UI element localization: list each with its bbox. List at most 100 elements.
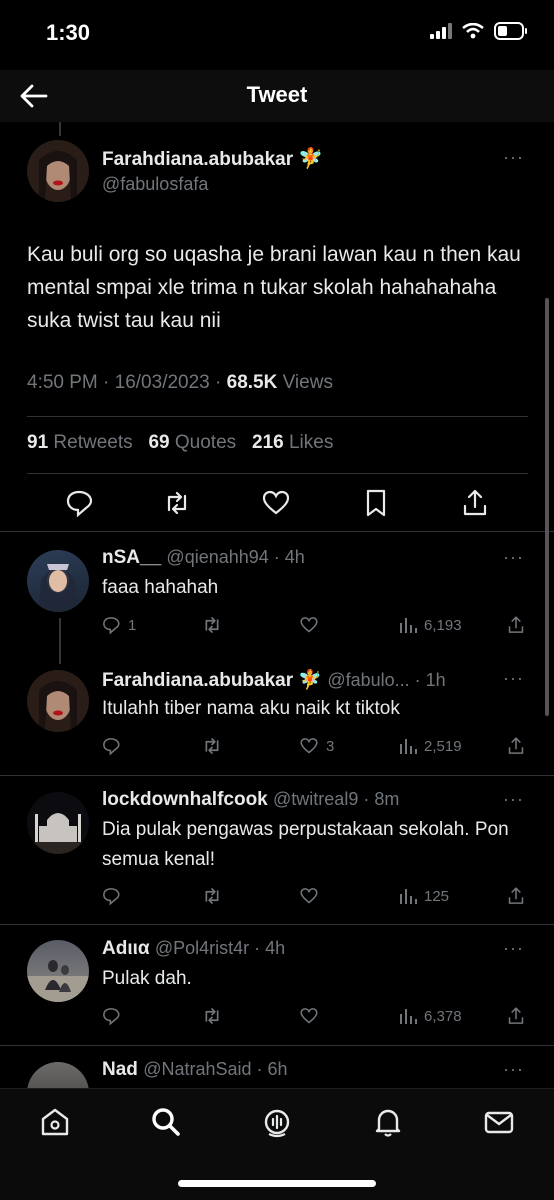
retweet-icon xyxy=(205,617,219,633)
reply-count: 1 xyxy=(128,616,137,634)
avatar-image xyxy=(39,681,77,732)
like-button[interactable] xyxy=(298,884,326,908)
spaces-icon[interactable] xyxy=(260,1105,294,1139)
reply-actions: 125 xyxy=(100,884,530,908)
status-time: 1:30 xyxy=(46,20,91,45)
views-button[interactable]: 6,378 xyxy=(398,1004,462,1028)
reply-text: Dia pulak pengawas perpustakaan sekolah.… xyxy=(102,819,509,870)
messages-icon[interactable] xyxy=(482,1105,516,1139)
divider xyxy=(27,416,528,417)
retweets-stat[interactable]: 91 Retweets xyxy=(27,432,133,453)
more-options-button[interactable]: ··· xyxy=(503,789,524,810)
author-handle[interactable]: @fabulosfafa xyxy=(102,174,208,194)
author-emoji: 🧚 xyxy=(298,148,324,170)
views-count: 6,193 xyxy=(424,616,462,634)
reply-icon xyxy=(103,1008,120,1026)
more-options-button[interactable]: ··· xyxy=(503,147,524,168)
like-icon[interactable] xyxy=(261,486,291,520)
avatar[interactable] xyxy=(27,670,89,732)
more-options-button[interactable]: ··· xyxy=(503,938,524,959)
share-button[interactable] xyxy=(505,734,527,758)
tweet-text: Kau buli org so uqasha je brani lawan ka… xyxy=(27,243,521,332)
avatar-image xyxy=(27,792,89,854)
retweet-button[interactable] xyxy=(200,884,224,908)
status-icons xyxy=(430,22,528,40)
share-button[interactable] xyxy=(505,884,527,908)
retweet-button[interactable] xyxy=(200,613,224,637)
reply-author-name[interactable]: lockdownhalfcook xyxy=(102,789,268,810)
tweet-stats: 91 Retweets 69 Quotes 216 Likes xyxy=(27,432,333,454)
header-bar: Tweet xyxy=(0,70,554,122)
more-options-button[interactable]: ··· xyxy=(503,1059,524,1080)
views-icon xyxy=(400,739,417,754)
views-icon xyxy=(400,1009,417,1024)
reply-button[interactable] xyxy=(100,884,128,908)
avatar-image xyxy=(27,960,89,1002)
author-handle-row: @fabulosfafa xyxy=(102,174,208,196)
views-icon xyxy=(400,618,417,633)
quotes-stat[interactable]: 69 Quotes xyxy=(148,432,236,453)
divider xyxy=(0,1045,554,1046)
thread-line xyxy=(59,618,61,664)
reply-author-handle[interactable]: @twitreal9 · 8m xyxy=(273,789,399,809)
reply-button[interactable] xyxy=(100,734,128,758)
retweet-button[interactable] xyxy=(200,1004,224,1028)
retweet-button[interactable] xyxy=(200,734,224,758)
reply-icon xyxy=(103,738,120,756)
avatar[interactable] xyxy=(27,140,89,202)
reply-author-name[interactable]: Nad xyxy=(102,1059,138,1080)
reply-author-handle[interactable]: @fabulo... · 1h xyxy=(327,670,445,690)
like-icon xyxy=(300,738,318,754)
avatar[interactable] xyxy=(27,550,89,612)
reply-header: lockdownhalfcook @twitreal9 · 8m xyxy=(102,789,399,811)
divider xyxy=(0,531,554,532)
reply-author-handle[interactable]: @Pol4rist4r · 4h xyxy=(155,938,285,958)
share-button[interactable] xyxy=(505,1004,527,1028)
reply-header: Nad @NatrahSaid · 6h xyxy=(102,1059,288,1081)
reply-button[interactable] xyxy=(100,1004,128,1028)
reply-button[interactable]: 1 xyxy=(100,613,136,637)
like-icon xyxy=(300,617,318,633)
reply-author-handle[interactable]: @NatrahSaid · 6h xyxy=(143,1059,287,1079)
avatar[interactable] xyxy=(27,792,89,854)
status-bar: 1:30 xyxy=(0,0,554,70)
more-options-button[interactable]: ··· xyxy=(503,668,524,689)
home-indicator[interactable] xyxy=(178,1180,376,1187)
reply-author-name[interactable]: nSA__ xyxy=(102,547,161,568)
tweet-meta: 4:50 PM · 16/03/2023 · 68.5K Views xyxy=(27,372,333,394)
thread-line xyxy=(59,122,61,136)
like-button[interactable] xyxy=(298,613,326,637)
wifi-icon xyxy=(462,23,484,39)
reply-header: Farahdiana.abubakar 🧚 @fabulo... · 1h xyxy=(102,668,446,692)
bookmark-icon[interactable] xyxy=(361,486,391,520)
signal-icon xyxy=(430,23,452,39)
divider xyxy=(27,473,528,474)
reply-author-name[interactable]: Farahdiana.abubakar xyxy=(102,670,293,691)
home-icon[interactable] xyxy=(38,1105,72,1139)
likes-stat[interactable]: 216 Likes xyxy=(252,432,333,453)
more-options-button[interactable]: ··· xyxy=(503,547,524,568)
like-button[interactable]: 3 xyxy=(298,734,334,758)
notifications-icon[interactable] xyxy=(371,1105,405,1139)
reply-author-name[interactable]: Adιια xyxy=(102,938,150,959)
scrollbar[interactable] xyxy=(545,298,549,716)
share-button[interactable] xyxy=(505,613,527,637)
search-icon[interactable] xyxy=(149,1105,183,1139)
likes-label: Likes xyxy=(283,432,334,453)
divider xyxy=(0,775,554,776)
views-button[interactable]: 6,193 xyxy=(398,613,462,637)
share-icon xyxy=(508,737,524,754)
reply-author-handle[interactable]: @qienahh94 · 4h xyxy=(166,547,304,567)
reply-header: nSA__ @qienahh94 · 4h xyxy=(102,547,305,569)
avatar[interactable] xyxy=(27,940,89,1002)
retweet-icon[interactable] xyxy=(162,486,192,520)
like-button[interactable] xyxy=(298,1004,326,1028)
views-button[interactable]: 125 xyxy=(398,884,449,908)
likes-count: 216 xyxy=(252,432,284,453)
author-name[interactable]: Farahdiana.abubakar xyxy=(102,149,293,170)
share-icon[interactable] xyxy=(460,486,490,520)
divider xyxy=(0,924,554,925)
views-button[interactable]: 2,519 xyxy=(398,734,462,758)
reply-icon[interactable] xyxy=(64,486,94,520)
reply-actions: 6,378 xyxy=(100,1004,530,1028)
